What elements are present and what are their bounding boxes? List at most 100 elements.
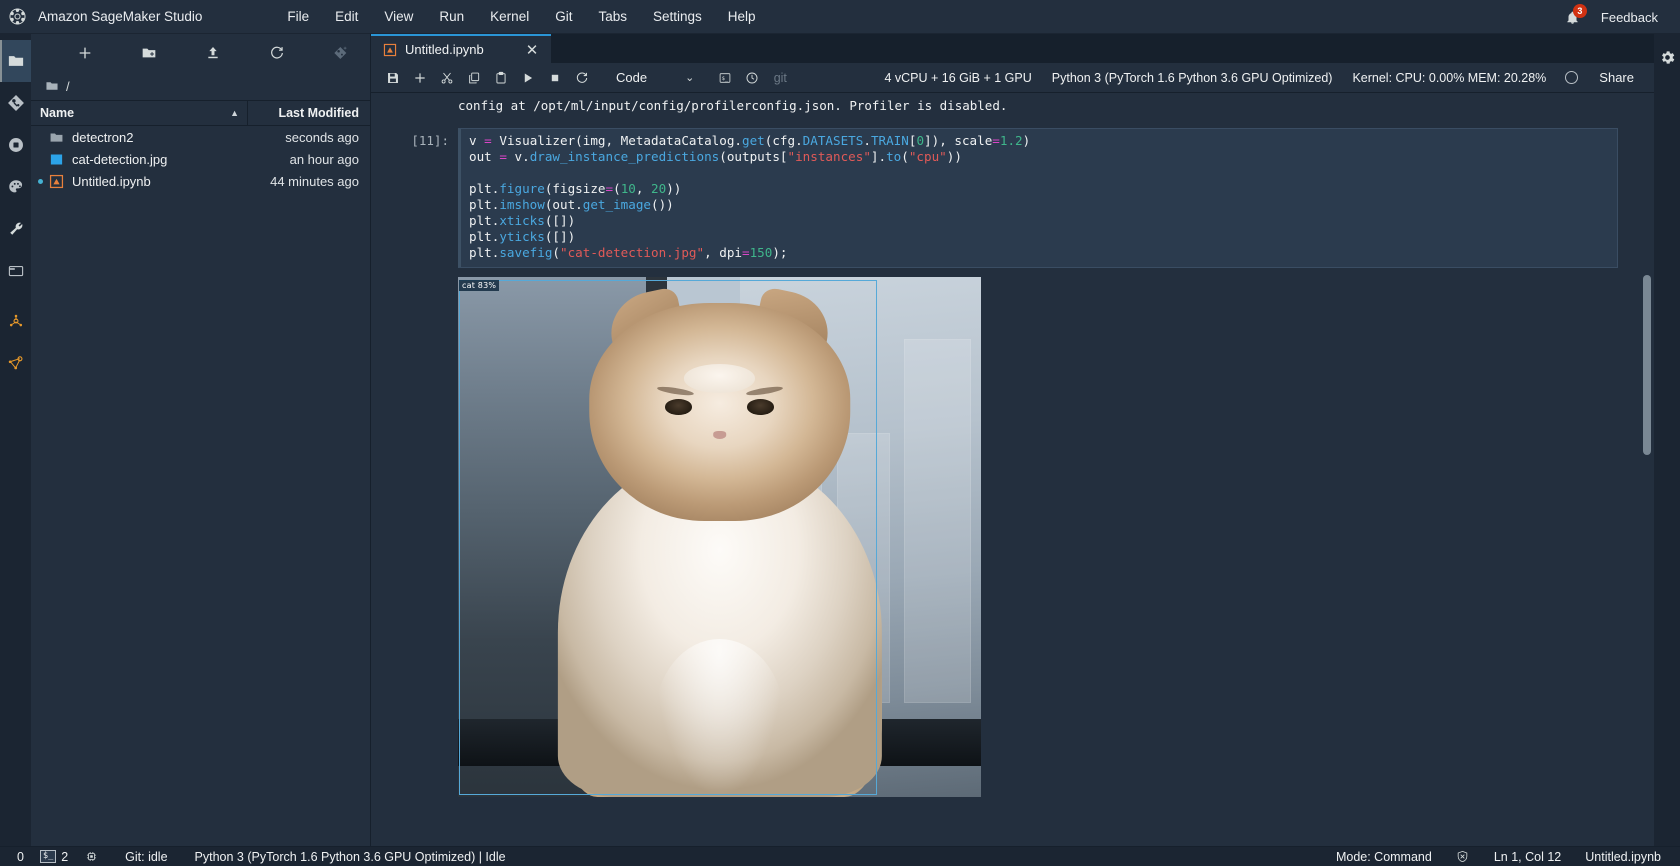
folder-icon bbox=[49, 130, 64, 145]
folder-plus-icon bbox=[142, 48, 156, 58]
breadcrumb[interactable]: / bbox=[31, 72, 370, 100]
menu-edit[interactable]: Edit bbox=[322, 5, 371, 28]
scissors-icon bbox=[441, 72, 452, 83]
code-cell[interactable]: [11]: v = Visualizer(img, MetadataCatalo… bbox=[371, 128, 1654, 268]
instance-type-label[interactable]: 4 vCPU + 16 GiB + 1 GPU bbox=[874, 71, 1041, 85]
git-clone-button[interactable] bbox=[331, 43, 351, 63]
terminal-session-indicator[interactable]: $_ 2 bbox=[33, 850, 75, 864]
git-toolbar-button[interactable]: git bbox=[765, 65, 795, 91]
save-notebook-button[interactable] bbox=[379, 65, 406, 91]
plus-icon bbox=[79, 47, 91, 59]
sidebar-item-open-tabs[interactable] bbox=[0, 250, 31, 292]
git-status-label[interactable]: Git: idle bbox=[118, 850, 174, 864]
notebook-cells: config at /opt/ml/input/config/profilerc… bbox=[371, 97, 1654, 797]
interrupt-kernel-button[interactable] bbox=[541, 65, 568, 91]
menu-kernel[interactable]: Kernel bbox=[477, 5, 542, 28]
git-icon bbox=[7, 95, 24, 111]
chevron-down-icon: ⌄ bbox=[685, 72, 695, 84]
notifications-button[interactable]: 3 bbox=[1559, 3, 1587, 31]
sidebar-item-experiments[interactable] bbox=[0, 300, 31, 342]
notebook-trust-button[interactable] bbox=[1449, 850, 1477, 864]
history-button[interactable] bbox=[738, 65, 765, 91]
resource-usage-button[interactable] bbox=[77, 850, 105, 864]
column-header-name-label: Name bbox=[40, 106, 75, 120]
notebook-toolbar: Code ⌄ $_ git 4 vCPU + 16 GiB + 1 GPU Py… bbox=[371, 63, 1654, 93]
sidebar-item-file-browser[interactable] bbox=[0, 40, 31, 82]
column-header-name[interactable]: Name ▲ bbox=[31, 101, 248, 125]
cut-cell-button[interactable] bbox=[433, 65, 460, 91]
notebook-file-icon bbox=[383, 43, 397, 57]
app-title: Amazon SageMaker Studio bbox=[38, 9, 203, 24]
restart-kernel-button[interactable] bbox=[568, 65, 595, 91]
file-modified-label: an hour ago bbox=[289, 151, 359, 167]
upload-icon bbox=[208, 47, 218, 59]
insert-cell-button[interactable] bbox=[406, 65, 433, 91]
refresh-file-list-button[interactable] bbox=[267, 43, 287, 63]
open-terminal-button[interactable]: $_ bbox=[711, 65, 738, 91]
tab-untitled-ipynb[interactable]: Untitled.ipynb ✕ bbox=[371, 34, 551, 63]
share-button[interactable]: Share bbox=[1587, 67, 1646, 88]
kernel-name-label[interactable]: Python 3 (PyTorch 1.6 Python 3.6 GPU Opt… bbox=[1042, 71, 1343, 85]
code-line: v = Visualizer(img, MetadataCatalog.get(… bbox=[469, 133, 1031, 148]
notebook-file-icon bbox=[49, 174, 64, 189]
menu-tabs[interactable]: Tabs bbox=[585, 5, 640, 28]
upload-files-button[interactable] bbox=[203, 43, 223, 63]
file-name-label: Untitled.ipynb bbox=[72, 173, 151, 189]
sidebar-item-themes[interactable] bbox=[0, 166, 31, 208]
file-name-cell: detectron2 bbox=[31, 130, 248, 145]
play-icon bbox=[524, 72, 532, 83]
feedback-button[interactable]: Feedback bbox=[1587, 6, 1672, 29]
file-name-label: cat-detection.jpg bbox=[72, 151, 168, 167]
file-modified-label: seconds ago bbox=[285, 129, 359, 145]
file-modified-label: 44 minutes ago bbox=[270, 173, 359, 189]
plus-icon bbox=[414, 72, 425, 83]
cell-execution-count: [11]: bbox=[411, 133, 449, 148]
detection-bounding-box bbox=[459, 280, 878, 795]
sagemaker-studio-window: Amazon SageMaker Studio File Edit View R… bbox=[0, 0, 1680, 866]
new-folder-button[interactable] bbox=[139, 43, 159, 63]
code-line: plt.xticks([]) bbox=[469, 213, 576, 228]
sagemaker-logo-icon bbox=[0, 0, 34, 34]
right-activity-bar bbox=[1654, 34, 1680, 846]
new-launcher-button[interactable] bbox=[75, 43, 95, 63]
menu-settings[interactable]: Settings bbox=[640, 5, 715, 28]
tab-bar: Untitled.ipynb ✕ bbox=[371, 34, 1654, 63]
sidebar-item-git[interactable] bbox=[0, 82, 31, 124]
sidebar-item-tools[interactable] bbox=[0, 208, 31, 250]
folder-icon bbox=[8, 56, 23, 66]
kernel-status-label[interactable]: Python 3 (PyTorch 1.6 Python 3.6 GPU Opt… bbox=[188, 850, 513, 864]
notebook-content[interactable]: config at /opt/ml/input/config/profilerc… bbox=[371, 93, 1654, 846]
column-header-last-modified[interactable]: Last Modified bbox=[248, 106, 370, 120]
experiment-node-icon bbox=[9, 314, 22, 327]
kernel-session-count[interactable]: 0 bbox=[10, 850, 31, 864]
refresh-icon bbox=[271, 46, 283, 59]
notebook-scrollbar[interactable] bbox=[1643, 275, 1651, 455]
file-name-label: detectron2 bbox=[72, 129, 134, 145]
running-indicator-dot bbox=[38, 178, 43, 184]
sidebar-item-running-terminals[interactable] bbox=[0, 124, 31, 166]
sidebar-item-pipelines[interactable] bbox=[0, 342, 31, 384]
gear-icon bbox=[1661, 50, 1674, 64]
code-editor[interactable]: v = Visualizer(img, MetadataCatalog.get(… bbox=[458, 128, 1618, 268]
git-toolbar-label: git bbox=[773, 70, 787, 85]
menu-help[interactable]: Help bbox=[715, 5, 769, 28]
cell-type-select[interactable]: Code ⌄ bbox=[604, 66, 702, 90]
pipeline-graph-icon bbox=[8, 356, 22, 370]
kernel-idle-circle-icon bbox=[1565, 71, 1579, 84]
copy-cell-button[interactable] bbox=[460, 65, 487, 91]
list-item[interactable]: detectron2 seconds ago bbox=[31, 126, 370, 148]
run-cell-button[interactable] bbox=[514, 65, 541, 91]
list-item[interactable]: Untitled.ipynb 44 minutes ago bbox=[31, 170, 370, 192]
settings-button[interactable] bbox=[1654, 42, 1680, 72]
list-item[interactable]: cat-detection.jpg an hour ago bbox=[31, 148, 370, 170]
menu-run[interactable]: Run bbox=[426, 5, 477, 28]
status-bar: 0 $_ 2 Git: idle Python 3 (PyTorch 1.6 P… bbox=[0, 846, 1680, 866]
breadcrumb-path: / bbox=[66, 78, 70, 94]
left-activity-bar bbox=[0, 34, 31, 846]
close-icon[interactable]: ✕ bbox=[524, 42, 540, 59]
menu-git[interactable]: Git bbox=[542, 5, 585, 28]
clock-icon bbox=[746, 72, 758, 83]
menu-file[interactable]: File bbox=[274, 5, 322, 28]
paste-cell-button[interactable] bbox=[487, 65, 514, 91]
menu-view[interactable]: View bbox=[371, 5, 426, 28]
